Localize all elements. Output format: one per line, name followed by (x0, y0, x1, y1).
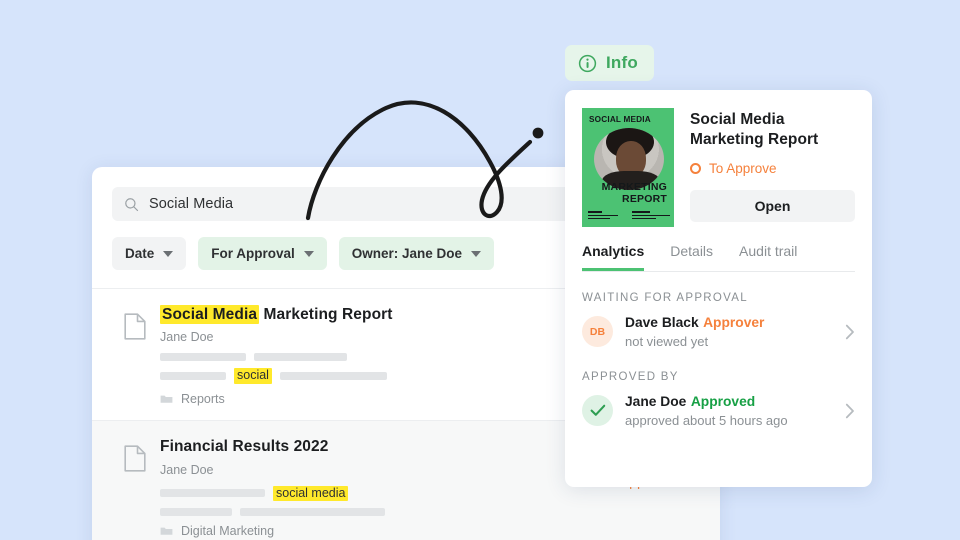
tab-details[interactable]: Details (670, 243, 713, 271)
chevron-right-icon (845, 403, 854, 418)
row-title-highlight: Social Media (160, 305, 260, 324)
skeleton-bar (160, 508, 232, 517)
avatar (582, 395, 613, 426)
person-subtitle: not viewed yet (625, 334, 709, 349)
list-item[interactable]: Jane Doe Approved approved about 5 hours… (582, 393, 855, 428)
person-info: Dave Black Approver not viewed yet (625, 314, 833, 349)
status-label: To Approve (709, 160, 777, 176)
section-label: Waiting for approval (582, 292, 748, 304)
row-folder-label: Digital Marketing (181, 524, 275, 539)
document-info-card: SOCIAL MEDIA MARKETING REPORT Social Med… (565, 90, 872, 487)
status-badge: To Approve (690, 161, 855, 176)
fineprint-block (588, 211, 618, 221)
search-value: Social Media (149, 196, 234, 212)
row-title-rest: Financial Results 2022 (160, 438, 329, 456)
row-title-rest: Marketing Report (259, 306, 393, 323)
section-label: Approved by (582, 371, 679, 383)
skeleton-line (160, 508, 700, 517)
thumbnail-top-text: SOCIAL MEDIA (589, 115, 651, 124)
filter-date[interactable]: Date (112, 237, 187, 270)
filter-date-label: Date (125, 246, 155, 261)
card-meta: Social Media Marketing Report To Approve… (690, 108, 855, 227)
card-tabs: Analytics Details Audit trail (582, 243, 855, 272)
filter-for-approval-label: For Approval (211, 246, 295, 261)
row-snippet: social media (160, 485, 700, 517)
row-snippet-highlight: social media (273, 485, 349, 502)
info-circle-icon (578, 54, 597, 72)
info-badge-label: Info (606, 53, 638, 72)
document-icon (124, 313, 146, 340)
person-name: Dave Black (625, 315, 699, 330)
card-body: Waiting for approval DB Dave Black Appro… (565, 272, 872, 428)
person-info: Jane Doe Approved approved about 5 hours… (625, 393, 833, 428)
skeleton-bar (160, 353, 246, 362)
chevron-down-icon (471, 250, 482, 257)
folder-icon (160, 527, 173, 536)
filter-owner[interactable]: Owner: Jane Doe (338, 237, 495, 270)
info-badge[interactable]: Info (565, 45, 654, 81)
avatar: DB (582, 316, 613, 347)
open-button[interactable]: Open (690, 189, 855, 222)
skeleton-bar (254, 353, 347, 362)
thumbnail-line1: MARKETING (601, 181, 667, 193)
status-ring-icon (690, 162, 701, 174)
section-waiting-for-approval: Waiting for approval DB Dave Black Appro… (582, 292, 855, 349)
filter-for-approval[interactable]: For Approval (198, 237, 327, 270)
skeleton-bar (279, 372, 387, 381)
folder-icon (160, 395, 173, 403)
check-icon (590, 404, 605, 416)
chevron-right-icon (845, 324, 854, 339)
filter-owner-label: Owner: Jane Doe (351, 246, 463, 261)
person-name: Jane Doe (625, 394, 687, 409)
fineprint-block (632, 211, 670, 221)
document-icon (124, 445, 146, 472)
skeleton-bar (240, 508, 385, 517)
row-folder: Digital Marketing (160, 524, 700, 538)
section-approved-by: Approved by Jane Doe Approved approved a… (582, 371, 855, 428)
row-snippet-highlight: social (234, 368, 272, 385)
person-subtitle: approved about 5 hours ago (625, 413, 788, 428)
person-role: Approved (690, 394, 756, 409)
chevron-down-icon (303, 250, 314, 257)
skeleton-bar (160, 489, 265, 498)
person-role: Approver (703, 315, 765, 330)
list-item[interactable]: DB Dave Black Approver not viewed yet (582, 314, 855, 349)
thumbnail-line2: REPORT (622, 193, 667, 205)
row-folder-label: Reports (181, 392, 225, 407)
search-icon (125, 197, 139, 211)
document-thumbnail: SOCIAL MEDIA MARKETING REPORT (582, 108, 674, 227)
chevron-down-icon (163, 250, 174, 257)
arrow-dot (532, 127, 544, 139)
card-header: SOCIAL MEDIA MARKETING REPORT Social Med… (565, 90, 872, 227)
thumbnail-fineprint (588, 211, 670, 221)
skeleton-bar (160, 372, 226, 381)
tab-analytics[interactable]: Analytics (582, 243, 645, 271)
tab-audit-trail[interactable]: Audit trail (739, 243, 797, 271)
page-title: Social Media Marketing Report (690, 111, 819, 149)
